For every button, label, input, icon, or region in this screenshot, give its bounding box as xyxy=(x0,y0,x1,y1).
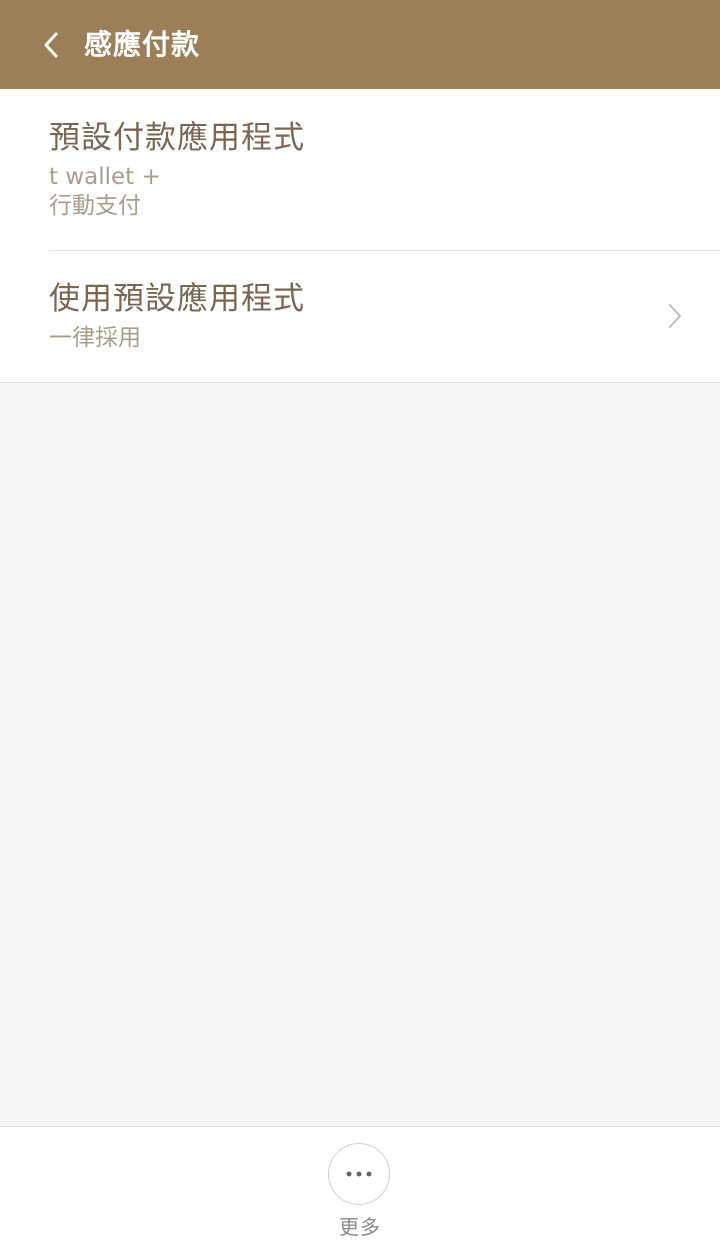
use-default-app-title: 使用預設應用程式 xyxy=(49,281,305,317)
default-payment-app-subtitle-line2: 行動支付 xyxy=(49,193,141,219)
default-payment-app-subtitle-line1: t wallet + xyxy=(49,164,161,190)
more-dots-icon xyxy=(346,1171,372,1177)
settings-list: 預設付款應用程式 t wallet + 行動支付 使用預設應用程式 一律採用 xyxy=(0,89,720,383)
use-default-app-subtitle: 一律採用 xyxy=(49,325,141,351)
use-default-app-item[interactable]: 使用預設應用程式 一律採用 xyxy=(0,250,720,382)
default-payment-app-title: 預設付款應用程式 xyxy=(49,120,305,156)
bottom-bar: 更多 xyxy=(0,1126,720,1247)
chevron-left-icon xyxy=(44,32,58,58)
default-payment-app-item[interactable]: 預設付款應用程式 t wallet + 行動支付 xyxy=(0,89,720,250)
chevron-right-icon xyxy=(669,304,681,328)
app-header: 感應付款 xyxy=(0,0,720,89)
more-button[interactable] xyxy=(328,1143,390,1205)
page-title: 感應付款 xyxy=(84,28,201,61)
more-label: 更多 xyxy=(339,1215,381,1239)
back-button[interactable] xyxy=(28,22,74,68)
